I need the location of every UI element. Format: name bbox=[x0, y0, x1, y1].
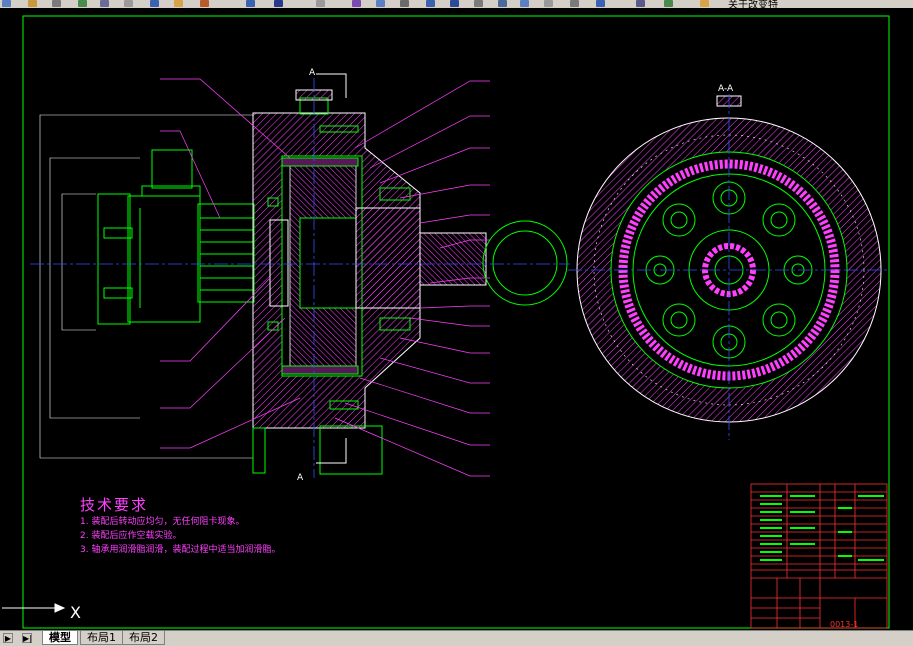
toolbar-icon-24[interactable] bbox=[636, 0, 645, 7]
tab-nav-next-button[interactable]: ▶ bbox=[3, 633, 13, 643]
drawing-number: 0013-1 bbox=[830, 620, 859, 629]
toolbar-icon-10[interactable] bbox=[246, 0, 255, 7]
toolbar-icon-9[interactable] bbox=[200, 0, 209, 7]
toolbar-icon-25[interactable] bbox=[664, 0, 673, 7]
section-label-top: A bbox=[309, 68, 316, 78]
title-block bbox=[750, 483, 888, 629]
motor bbox=[97, 149, 255, 325]
toolbar-icon-14[interactable] bbox=[376, 0, 385, 7]
toolbar-icon-1[interactable] bbox=[2, 0, 11, 7]
toolbar-icon-6[interactable] bbox=[124, 0, 133, 7]
toolbar-icon-18[interactable] bbox=[474, 0, 483, 7]
title-block-text bbox=[760, 495, 884, 561]
tech-requirement-line-1: 1. 装配后转动应均匀，无任何阻卡现象。 bbox=[80, 517, 245, 527]
toolbar-icon-19[interactable] bbox=[498, 0, 507, 7]
toolbar-icon-5[interactable] bbox=[100, 0, 109, 7]
tech-requirement-line-3: 3. 轴承用润滑脂润滑，装配过程中适当加润滑脂。 bbox=[80, 545, 281, 555]
toolbar-icon-21[interactable] bbox=[544, 0, 553, 7]
tech-requirement-line-2: 2. 装配后应作空载实验。 bbox=[80, 531, 182, 541]
toolbar-icon-12[interactable] bbox=[316, 0, 325, 7]
toolbar-icon-20[interactable] bbox=[520, 0, 529, 7]
tech-requirements-title: 技术要求 bbox=[80, 496, 149, 514]
toolbar-icon-26[interactable] bbox=[700, 0, 709, 7]
toolbar-icon-23[interactable] bbox=[596, 0, 605, 7]
toolbar-icon-15[interactable] bbox=[400, 0, 409, 7]
tab-layout1[interactable]: 布局1 bbox=[80, 631, 123, 645]
toolbar-icon-7[interactable] bbox=[150, 0, 159, 7]
toolbar-icon-13[interactable] bbox=[352, 0, 361, 7]
toolbar-icon-16[interactable] bbox=[426, 0, 435, 7]
toolbar-icon-8[interactable] bbox=[174, 0, 183, 7]
tab-layout2[interactable]: 布局2 bbox=[122, 631, 165, 645]
aa-view bbox=[568, 94, 890, 440]
toolbar-icon-17[interactable] bbox=[450, 0, 459, 7]
toolbar-icon-2[interactable] bbox=[28, 0, 37, 7]
drawing-canvas[interactable]: A A A-A 技术要求 1. 装配后转动应均匀，无任何阻卡现象。 2. 装配后… bbox=[0, 8, 913, 630]
section-view-label: A-A bbox=[718, 84, 734, 94]
tab-model[interactable]: 模型 bbox=[42, 631, 78, 645]
toolbar-icon-22[interactable] bbox=[570, 0, 579, 7]
toolbar-icon-3[interactable] bbox=[52, 0, 61, 7]
toolbar-icon-11[interactable] bbox=[274, 0, 283, 7]
dimension-lines bbox=[39, 114, 253, 459]
toolbar-icon-4[interactable] bbox=[78, 0, 87, 7]
ucs-x-label: X bbox=[70, 603, 81, 622]
tab-nav-last-button[interactable]: ▶| bbox=[22, 633, 32, 643]
ucs-icon bbox=[2, 603, 66, 613]
layout-tab-bar: ▶ ▶| 模型 布局1 布局2 bbox=[0, 630, 913, 646]
tech-requirements: 技术要求 1. 装配后转动应均匀，无任何阻卡现象。 2. 装配后应作空载实验。 … bbox=[80, 494, 280, 557]
section-label-bottom: A bbox=[297, 473, 304, 483]
